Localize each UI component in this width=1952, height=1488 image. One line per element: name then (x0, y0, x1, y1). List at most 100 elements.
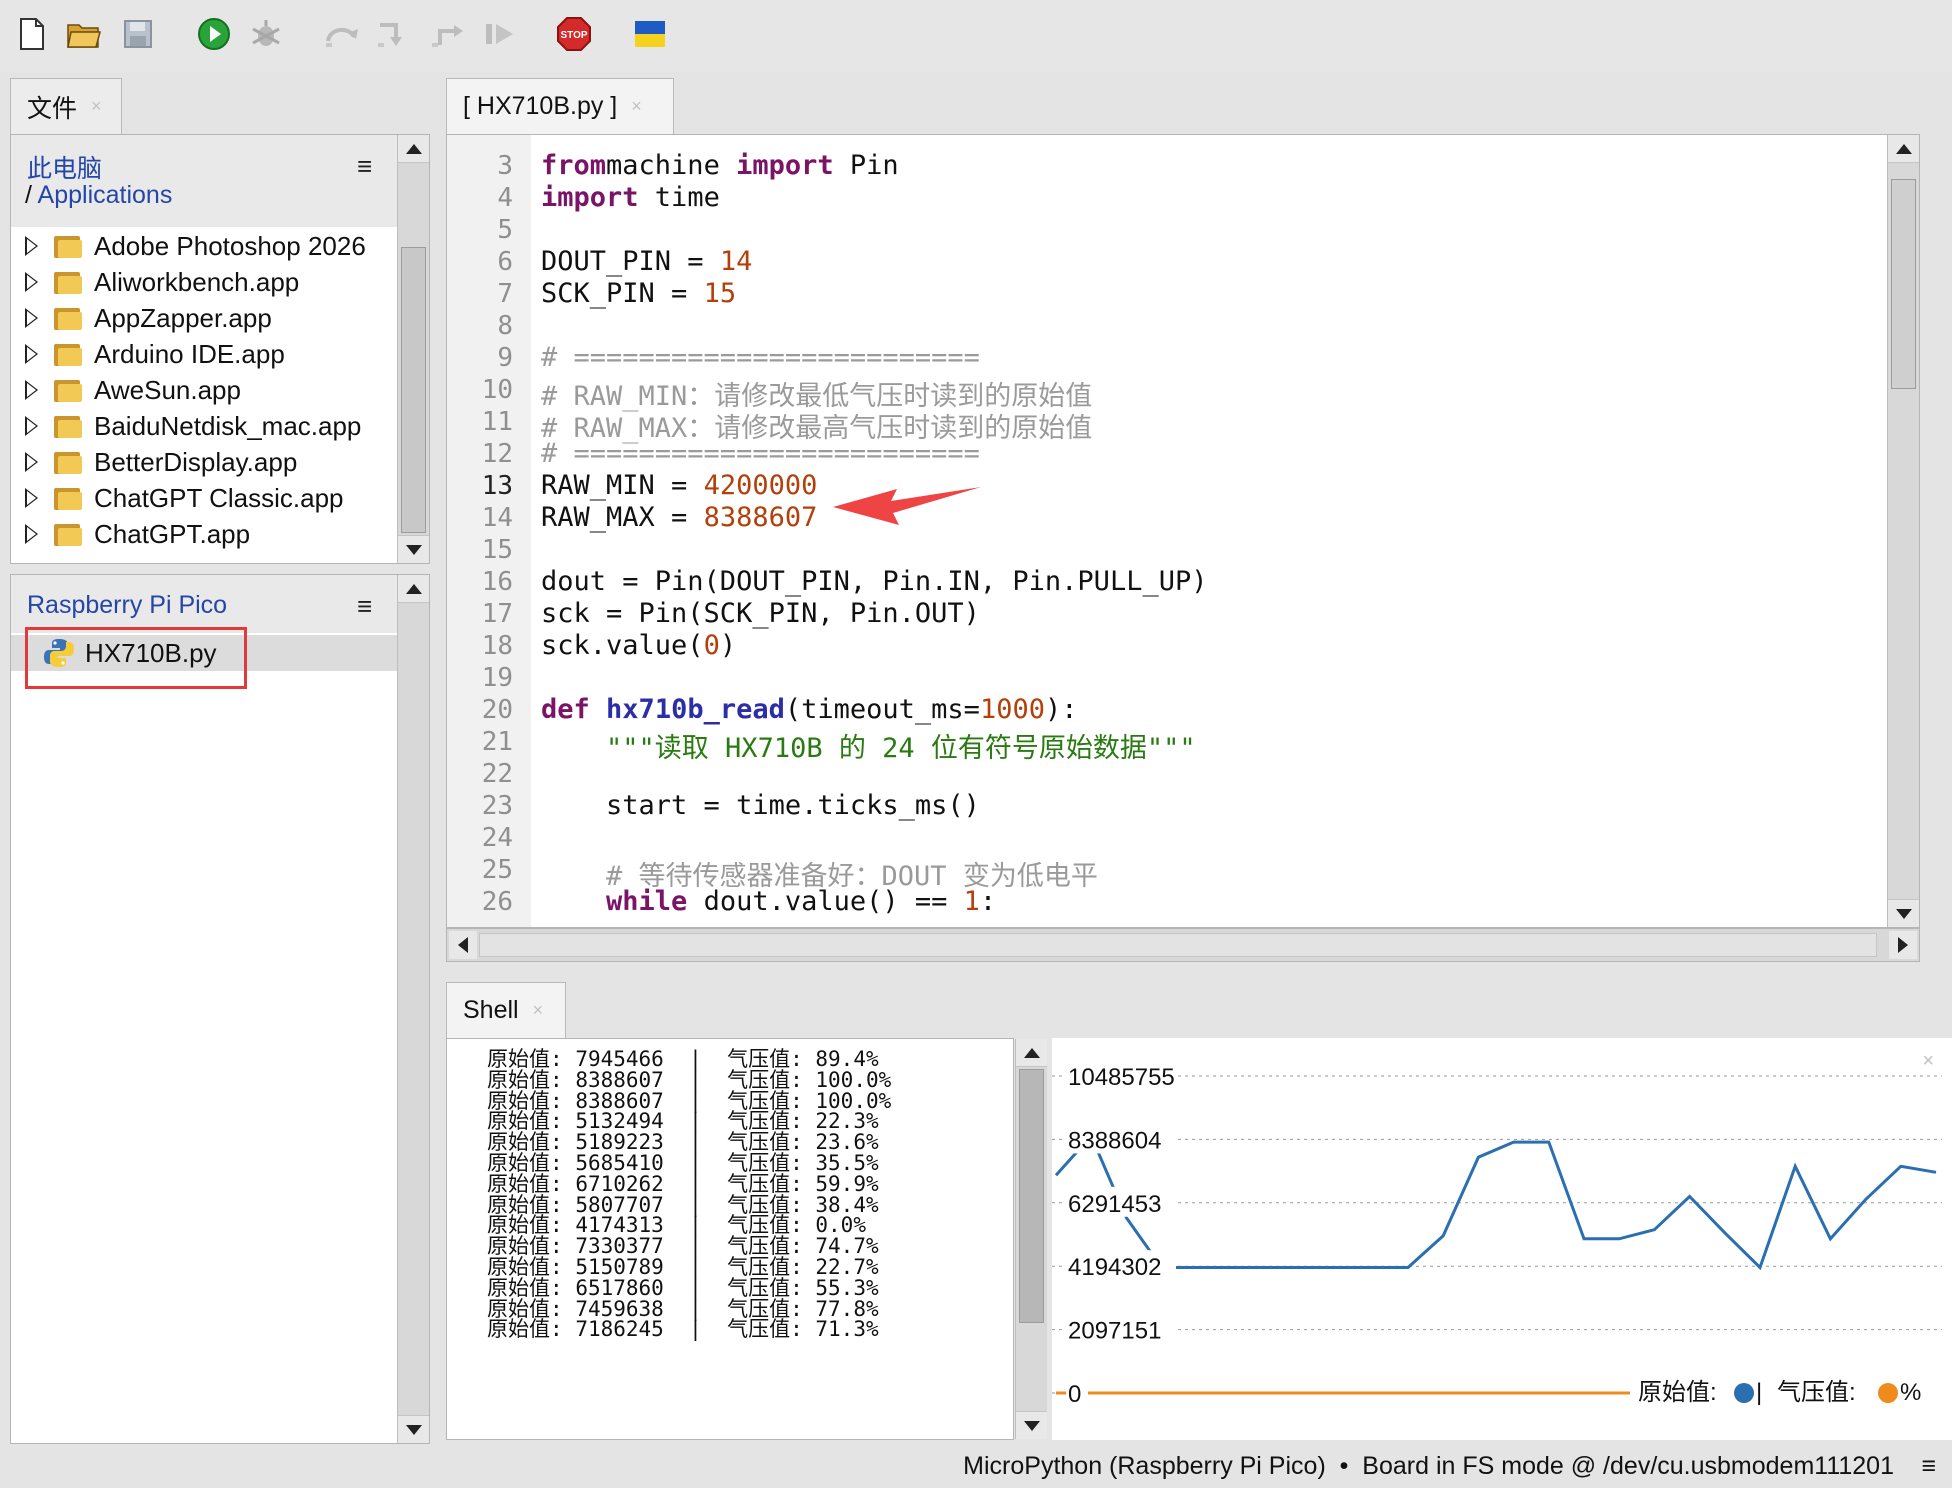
scroll-left-icon[interactable] (449, 931, 477, 959)
scroll-up-icon[interactable] (1016, 1039, 1047, 1067)
tree-item[interactable]: BetterDisplay.app (25, 445, 297, 479)
tab-close-icon[interactable]: × (631, 96, 642, 117)
line-number: 20 (481, 695, 513, 725)
code-line[interactable]: DOUT_PIN = 14 (541, 246, 752, 277)
scroll-up-icon[interactable] (398, 575, 429, 603)
computer-menu-icon[interactable]: ≡ (357, 151, 372, 182)
expand-triangle-icon[interactable] (25, 452, 38, 472)
expand-triangle-icon[interactable] (25, 308, 38, 328)
line-number: 23 (481, 791, 513, 821)
code-token: import (736, 150, 834, 181)
scroll-down-icon[interactable] (1888, 899, 1919, 927)
tab-editor-file[interactable]: [ HX710B.py ] × (446, 78, 674, 134)
code-line[interactable]: RAW_MAX = 8388607 (541, 502, 817, 533)
tree-item[interactable]: AppZapper.app (25, 301, 272, 335)
plotter-close-icon[interactable]: × (1922, 1050, 1934, 1073)
tab-close-icon[interactable]: × (533, 1000, 544, 1021)
device-scrollbar[interactable] (397, 575, 429, 1443)
shell-pressure-value: 71.3% (815, 1317, 879, 1342)
toolbar: STOP (0, 0, 1952, 72)
scroll-down-icon[interactable] (398, 1415, 429, 1443)
scroll-down-icon[interactable] (398, 535, 429, 563)
scroll-down-icon[interactable] (1016, 1411, 1047, 1439)
tree-item[interactable]: AweSun.app (25, 373, 241, 407)
code-token: machine (606, 150, 737, 181)
editor-hscrollbar[interactable] (446, 928, 1920, 962)
tree-item-label: ChatGPT.app (94, 518, 251, 549)
open-folder-icon[interactable] (64, 14, 104, 54)
tab-close-icon[interactable]: × (91, 96, 102, 117)
line-number: 13 (481, 471, 513, 501)
shell-raw-label: 原始值: (487, 1317, 563, 1342)
shell-output[interactable]: 原始值: 7945466 | 气压值: 89.4% 原始值: 8388607 | … (446, 1038, 1047, 1440)
y-tick-label: 10485755 (1068, 1064, 1175, 1091)
code-line[interactable]: SCK_PIN = 15 (541, 278, 736, 309)
step-out-icon[interactable] (428, 14, 468, 54)
run-icon[interactable] (194, 14, 234, 54)
y-tick-label: 6291453 (1068, 1191, 1161, 1218)
expand-triangle-icon[interactable] (25, 380, 38, 400)
code-line[interactable]: # ========================= (541, 342, 980, 373)
device-title[interactable]: Raspberry Pi Pico (27, 591, 227, 620)
expand-triangle-icon[interactable] (25, 272, 38, 292)
scroll-right-icon[interactable] (1889, 931, 1917, 959)
scroll-up-icon[interactable] (398, 135, 429, 163)
scroll-thumb[interactable] (401, 247, 426, 533)
computer-title[interactable]: 此电脑 (27, 149, 102, 185)
code-editor[interactable]: 3 4 5 6 7 8 9 10 11 12 13 14 15 16 17 18 19 20 21 22 23 24 25 2… (446, 134, 1920, 928)
code-token: 1000 (979, 694, 1045, 725)
save-icon[interactable] (118, 14, 158, 54)
step-over-icon[interactable] (322, 14, 362, 54)
path-applications[interactable]: Applications (38, 181, 173, 209)
expand-triangle-icon[interactable] (25, 416, 38, 436)
code-line[interactable]: start = time.ticks_ms() (541, 790, 980, 821)
tab-shell[interactable]: Shell × (446, 982, 566, 1038)
step-into-icon[interactable] (374, 14, 414, 54)
tab-files[interactable]: 文件 × (10, 78, 122, 134)
plotter: 10485755 8388604 6291453 4194302 2097151 0 原始值… (1052, 1038, 1952, 1440)
expand-triangle-icon[interactable] (25, 344, 38, 364)
tree-item[interactable]: ChatGPT Classic.app (25, 481, 344, 515)
scroll-thumb[interactable] (1019, 1069, 1044, 1323)
code-line[interactable]: import time (541, 182, 720, 213)
line-number: 26 (481, 887, 513, 917)
line-gutter: 3 4 5 6 7 8 9 10 11 12 13 14 15 16 17 18 19 20 21 22 23 24 25 2… (447, 135, 531, 927)
status-menu-icon[interactable]: ≡ (1921, 1452, 1936, 1481)
flag-icon[interactable] (630, 14, 670, 54)
tree-item[interactable]: Adobe Photoshop 2026 (25, 229, 366, 263)
editor-scrollbar[interactable] (1887, 135, 1919, 927)
code-line[interactable]: frommachine import Pin (541, 150, 899, 181)
tree-item[interactable]: BaiduNetdisk_mac.app (25, 409, 361, 443)
tab-files-label: 文件 (27, 94, 78, 123)
code-line[interactable]: RAW_MIN = 4200000 (541, 470, 817, 501)
code-line[interactable]: sck.value(0) (541, 630, 736, 661)
debug-icon[interactable] (246, 14, 286, 54)
scroll-thumb[interactable] (1891, 179, 1916, 389)
hscroll-thumb[interactable] (479, 933, 1877, 957)
tree-item[interactable]: ChatGPT.app (25, 517, 250, 551)
code-line[interactable]: def hx710b_read(timeout_ms=1000): (541, 694, 1077, 725)
expand-triangle-icon[interactable] (25, 236, 38, 256)
expand-triangle-icon[interactable] (25, 524, 38, 544)
code-line[interactable]: sck = Pin(SCK_PIN, Pin.OUT) (541, 598, 980, 629)
code-line[interactable]: """读取 HX710B 的 24 位有符号原始数据""" (541, 726, 1196, 765)
expand-triangle-icon[interactable] (25, 488, 38, 508)
code-token: time (638, 182, 720, 213)
stop-icon[interactable]: STOP (554, 14, 594, 54)
line-number: 24 (481, 823, 513, 853)
code-line[interactable]: while dout.value() == 1: (541, 886, 996, 917)
device-menu-icon[interactable]: ≡ (357, 591, 372, 622)
code-line[interactable]: dout = Pin(DOUT_PIN, Pin.IN, Pin.PULL_UP… (541, 566, 1207, 597)
code-line[interactable]: # ========================= (541, 438, 980, 469)
resume-icon[interactable] (480, 14, 520, 54)
new-file-icon[interactable] (12, 14, 52, 54)
status-text[interactable]: MicroPython (Raspberry Pi Pico) • Board … (963, 1452, 1894, 1481)
code-token: 14 (719, 246, 753, 277)
shell-scrollbar[interactable] (1015, 1039, 1047, 1439)
tree-item[interactable]: Arduino IDE.app (25, 337, 285, 371)
scroll-up-icon[interactable] (1888, 135, 1919, 163)
tree-item[interactable]: Aliworkbench.app (25, 265, 299, 299)
computer-scrollbar[interactable] (397, 135, 429, 563)
line-number: 12 (481, 439, 513, 469)
